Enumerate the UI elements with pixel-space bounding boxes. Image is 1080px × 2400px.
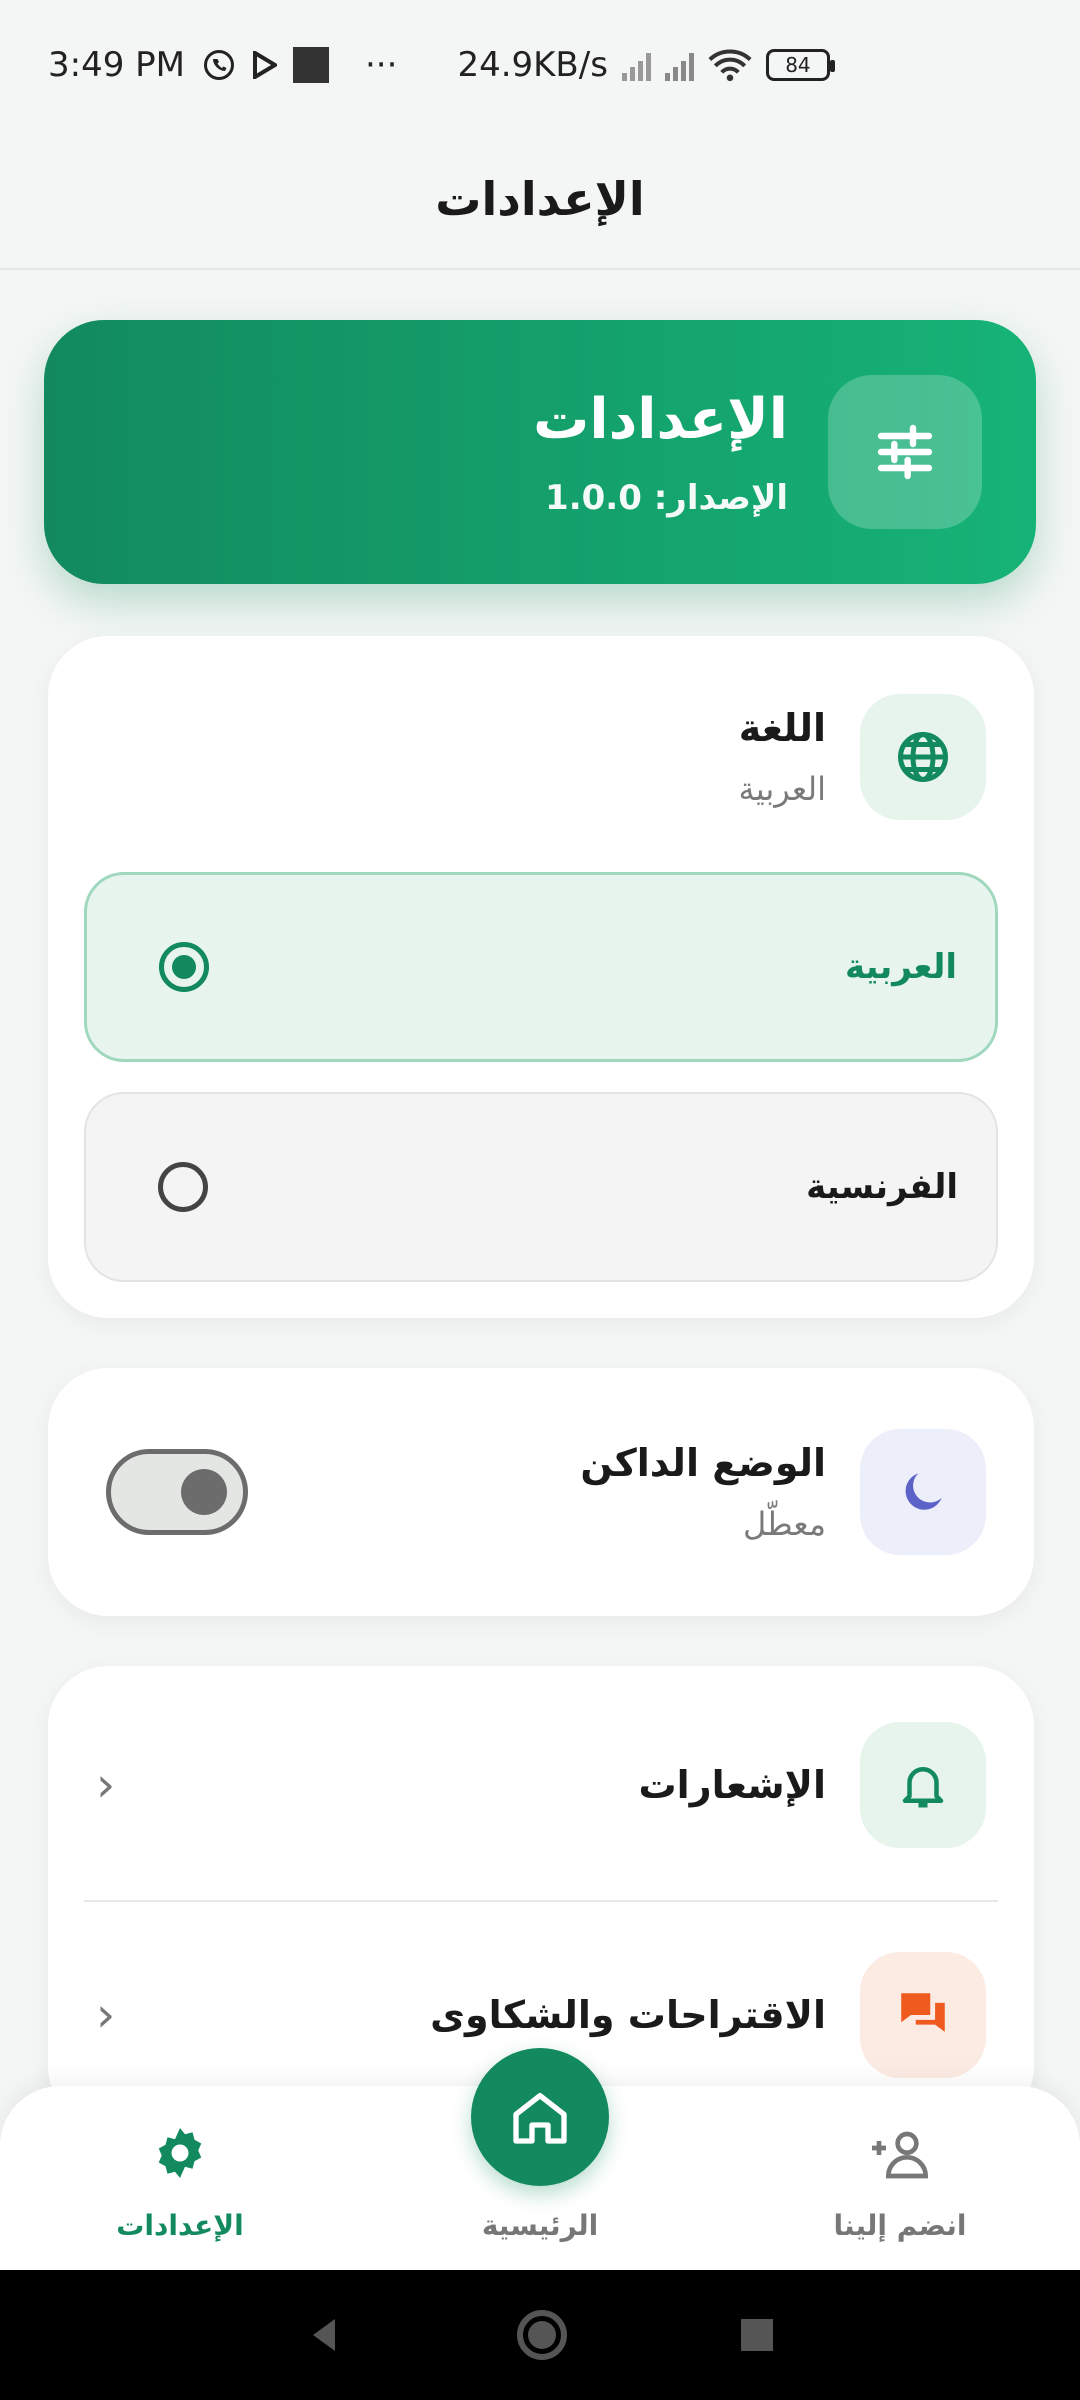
toggle-knob <box>181 1469 227 1515</box>
app-notification-icon <box>293 47 329 83</box>
bell-icon-box <box>860 1722 986 1848</box>
more-notifications-icon: ··· <box>365 45 398 85</box>
status-bar: 3:49 PM ··· 24.9KB/s 84 <box>0 0 1080 130</box>
home-icon <box>513 2093 567 2144</box>
sliders-icon-box <box>828 375 982 529</box>
dark-mode-card: الوضع الداكن معطّل <box>48 1368 1034 1616</box>
chat-icon-box <box>860 1952 986 2078</box>
app-bar: الإعدادات <box>0 130 1080 270</box>
language-header: اللغة العربية <box>48 694 1034 820</box>
gear-icon <box>158 2128 202 2178</box>
chat-icon <box>901 1993 945 2032</box>
add-person-icon <box>872 2131 929 2179</box>
battery-level: 84 <box>785 53 811 77</box>
home-circle-icon[interactable] <box>516 2309 568 2361</box>
dark-mode-title: الوضع الداكن <box>580 1441 826 1485</box>
status-time: 3:49 PM <box>48 45 185 85</box>
notifications-row[interactable]: الإشعارات ‹ <box>48 1722 1034 1848</box>
nav-settings-label: الإعدادات <box>116 2209 244 2242</box>
language-option-arabic[interactable]: العربية <box>84 872 998 1062</box>
moon-icon-box <box>860 1429 986 1555</box>
header-title: الإعدادات <box>533 386 788 452</box>
chevron-left-icon: ‹ <box>96 1987 116 2043</box>
notifications-label: الإشعارات <box>638 1763 827 1807</box>
language-option-label: الفرنسية <box>806 1167 958 1207</box>
radio-selected[interactable] <box>159 942 209 992</box>
recents-icon[interactable] <box>739 2317 775 2353</box>
radio-unselected[interactable] <box>158 1162 208 1212</box>
globe-icon-box <box>860 694 986 820</box>
language-option-label: العربية <box>844 947 957 987</box>
nav-home-label: الرئيسية <box>481 2209 599 2242</box>
play-icon <box>253 51 277 79</box>
battery-icon: 84 <box>765 49 835 81</box>
dark-mode-status: معطّل <box>742 1505 826 1543</box>
language-title: اللغة <box>738 706 826 750</box>
nav-settings[interactable]: الإعدادات <box>30 2086 330 2270</box>
wifi-icon <box>708 49 752 82</box>
network-speed: 24.9KB/s <box>457 45 608 85</box>
app-version: الإصدار: 1.0.0 <box>545 477 788 518</box>
nav-join[interactable]: انضم إلينا <box>750 2086 1050 2270</box>
language-current: العربية <box>738 770 826 808</box>
language-option-french[interactable]: الفرنسية <box>84 1092 998 1282</box>
page-title: الإعدادات <box>435 172 645 226</box>
dark-mode-toggle[interactable] <box>106 1449 248 1535</box>
divider <box>84 1900 998 1902</box>
suggestions-label: الاقتراحات والشكاوى <box>430 1993 826 2037</box>
nav-join-label: انضم إلينا <box>833 2209 967 2242</box>
globe-icon <box>898 732 948 782</box>
moon-icon <box>905 1473 942 1510</box>
language-card: اللغة العربية العربية الفرنسية <box>48 636 1034 1318</box>
settings-header-card: الإعدادات الإصدار: 1.0.0 <box>44 320 1036 584</box>
bell-icon <box>902 1767 944 1808</box>
sliders-icon <box>877 424 933 480</box>
whatsapp-icon <box>204 50 234 80</box>
back-icon[interactable] <box>305 2315 345 2355</box>
chevron-left-icon: ‹ <box>96 1757 116 1813</box>
signal-icon-sim1 <box>621 49 651 81</box>
system-navigation-bar <box>0 2270 1080 2400</box>
home-button[interactable] <box>471 2048 609 2186</box>
dark-mode-row: الوضع الداكن معطّل <box>48 1368 1034 1616</box>
signal-icon-sim2 <box>664 49 694 81</box>
